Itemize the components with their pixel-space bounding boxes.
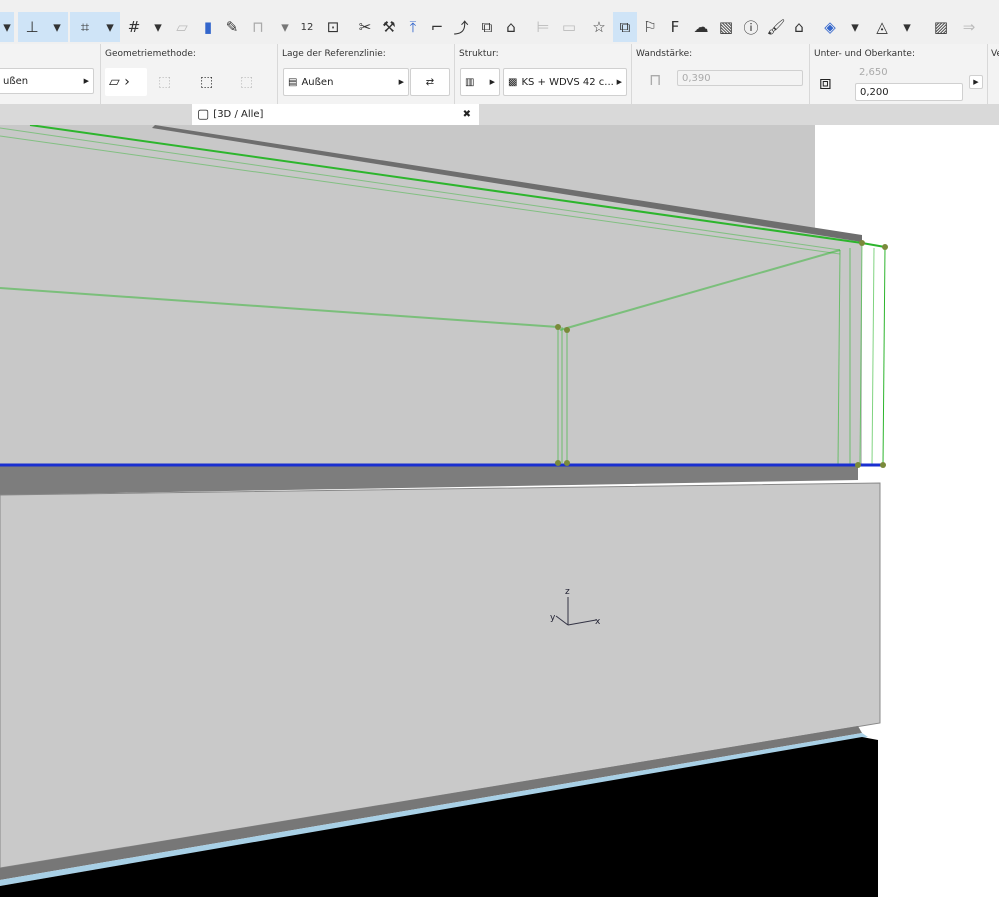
dropdown-arrow-icon[interactable]: ▾ — [46, 12, 68, 42]
guide-line-icon[interactable]: ⊥ — [18, 12, 46, 42]
geometry-group: Geometriemethode: ⏥ › ⬚ ⬚ ⬚ — [100, 44, 278, 104]
reference-value: ußen — [3, 75, 29, 87]
bottom-edge-input[interactable]: 0,200 — [855, 83, 963, 101]
lock-icon[interactable]: ⊓ — [248, 12, 268, 42]
structure-type-button[interactable]: ▥ ▶ — [460, 68, 500, 96]
straight-wall-button[interactable]: ⏥ › — [105, 68, 147, 96]
tab-3d-view[interactable]: ▢ [3D / Alle] ✖ — [192, 104, 479, 125]
axis-x-label: x — [595, 617, 601, 627]
top-edge-input[interactable]: 2,650 — [855, 64, 963, 81]
flag-icon[interactable]: ⚐ — [640, 12, 660, 42]
geometry-label: Geometriemethode: — [105, 49, 196, 59]
image-icon[interactable]: ▧ — [715, 12, 737, 42]
measure-icon[interactable]: 12 — [296, 12, 318, 42]
cloud-icon[interactable]: ☁ — [690, 12, 712, 42]
edges-group: Unter- und Oberkante: ⧈ 2,650 0,200 ▶ — [809, 44, 988, 104]
reference-select[interactable]: ußen ▶ — [0, 68, 94, 94]
view-3d-icon[interactable]: ◈ — [818, 12, 842, 42]
group-icon[interactable]: ⊡ — [322, 12, 344, 42]
thickness-icon: ⊓ — [649, 70, 662, 89]
arrow-icon[interactable]: ⇒ — [958, 12, 980, 42]
layers-icon[interactable]: ⧉ — [613, 12, 637, 42]
toolbar: ▾ ⊥ ▾ ⌗ ▾ # ▾ ▱ ▮ ✎ ⊓ ▾ 12 ⊡ ✂ ⚒ ⤒ ⌐ ⤴ ⧉… — [0, 0, 999, 45]
split-icon[interactable]: ✂ — [354, 12, 376, 42]
rotated-wall-button[interactable]: ⬚ — [236, 68, 266, 96]
reference-group: ußen ▶ — [0, 44, 101, 104]
axis-z-label: z — [565, 587, 570, 597]
3d-viewport[interactable]: z y x — [0, 125, 999, 897]
dropdown-arrow-icon[interactable]: ▾ — [0, 12, 14, 42]
refline-group: Lage der Referenzlinie: ▤ Außen ▶ ⇄ — [277, 44, 455, 104]
arrow-right-icon: ▶ — [616, 78, 622, 86]
refline-value: Außen — [301, 76, 334, 88]
structure-select[interactable]: ▩ KS + WDVS 42 c... ▶ — [503, 68, 627, 96]
dropdown-arrow-icon[interactable]: ▾ — [100, 12, 120, 42]
dropdown-arrow-icon[interactable]: ▾ — [278, 12, 292, 42]
dropdown-arrow-icon[interactable]: ▾ — [150, 12, 166, 42]
dim1-icon[interactable]: ⊨ — [532, 12, 554, 42]
arrow-right-icon: ▶ — [398, 78, 404, 86]
adjust-icon[interactable]: ⚒ — [378, 12, 400, 42]
star-icon[interactable]: ☆ — [588, 12, 610, 42]
cube-icon: ▢ — [197, 107, 210, 122]
info-icon[interactable]: ⓘ — [740, 12, 762, 42]
thickness-label: Wandstärke: — [636, 49, 693, 59]
height-icon: ⧈ — [819, 70, 832, 94]
wall-edit-icon[interactable]: ▮ — [198, 12, 218, 42]
curve-icon[interactable]: ⤴ — [450, 12, 472, 42]
coordinate-input-icon[interactable]: ⌗ — [70, 12, 100, 42]
corner-icon[interactable]: ⌐ — [426, 12, 448, 42]
structure-group: Struktur: ▥ ▶ ▩ KS + WDVS 42 c... ▶ — [454, 44, 632, 104]
more-button[interactable]: ▶ — [969, 75, 983, 89]
thickness-group: Wandstärke: ⊓ 0,390 — [631, 44, 810, 104]
paint-icon[interactable]: 🖌 — [765, 12, 787, 42]
dropdown-arrow-icon[interactable]: ▾ — [900, 12, 914, 42]
plane-icon[interactable]: ▱ — [172, 12, 192, 42]
info-box: ußen ▶ Geometriemethode: ⏥ › ⬚ ⬚ ⬚ Lage d… — [0, 44, 999, 105]
hatch-icon: ▤ — [288, 76, 298, 88]
refline-select[interactable]: ▤ Außen ▶ — [283, 68, 409, 96]
elevate-icon[interactable]: ⤒ — [402, 12, 424, 42]
dim2-icon[interactable]: ▭ — [558, 12, 580, 42]
flip-refline-button[interactable]: ⇄ — [410, 68, 450, 96]
resize-icon[interactable]: ⧉ — [476, 12, 498, 42]
cut-label: Ve — [991, 49, 999, 59]
upper-wall — [0, 125, 862, 466]
flag-list-icon[interactable]: F — [664, 12, 686, 42]
polygon-wall-button[interactable]: ⬚ — [154, 68, 184, 96]
structure-value: KS + WDVS 42 c... — [521, 76, 614, 88]
structure-label: Struktur: — [459, 49, 499, 59]
edges-label: Unter- und Oberkante: — [814, 49, 915, 59]
hatch-icon[interactable]: ▨ — [930, 12, 952, 42]
tag-icon[interactable]: ⌂ — [788, 12, 810, 42]
shape-icon[interactable]: ◬ — [870, 12, 894, 42]
arrow-right-icon: ▶ — [83, 77, 89, 85]
tab-bar: ▢ [3D / Alle] ✖ — [0, 104, 999, 125]
dropdown-arrow-icon[interactable]: ▾ — [848, 12, 862, 42]
thickness-input[interactable]: 0,390 — [677, 70, 803, 86]
axis-y-label: y — [550, 613, 556, 623]
composite-icon: ▩ — [508, 76, 518, 88]
rectangle-wall-button[interactable]: ⬚ — [196, 68, 226, 96]
home-icon[interactable]: ⌂ — [500, 12, 522, 42]
close-tab-button[interactable]: ✖ — [463, 109, 471, 120]
refline-label: Lage der Referenzlinie: — [282, 49, 386, 59]
grid-snap-icon[interactable]: # — [124, 12, 144, 42]
tab-title: [3D / Alle] — [213, 109, 264, 120]
pen-edit-icon[interactable]: ✎ — [222, 12, 242, 42]
